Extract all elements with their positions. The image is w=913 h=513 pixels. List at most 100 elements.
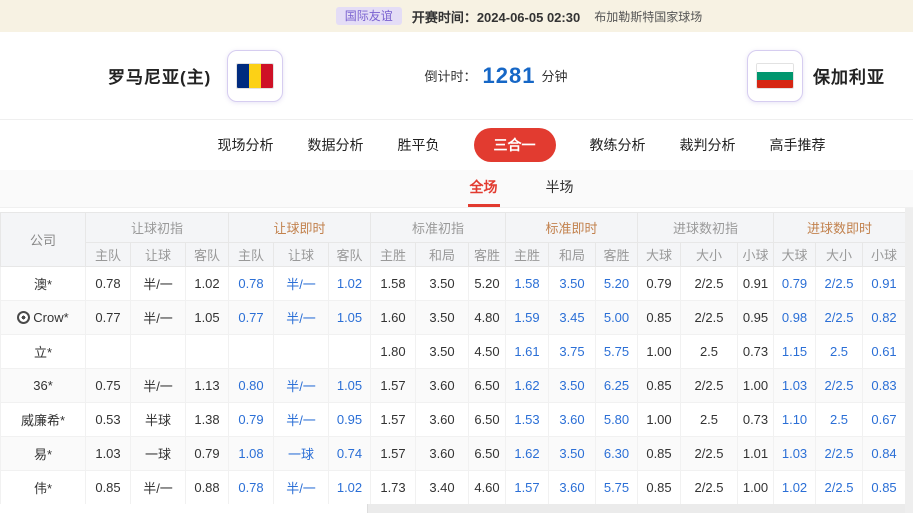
tab-referee-analysis[interactable]: 裁判分析 bbox=[680, 135, 736, 155]
live-odds-cell[interactable]: 0.91 bbox=[863, 267, 906, 301]
live-odds-cell[interactable]: 1.03 bbox=[774, 369, 816, 403]
live-odds-cell[interactable]: 1.05 bbox=[329, 301, 371, 335]
live-odds-cell[interactable]: 1.02 bbox=[774, 471, 816, 505]
initial-odds-cell: 1.13 bbox=[186, 369, 229, 403]
live-odds-cell[interactable]: 1.61 bbox=[506, 335, 549, 369]
live-odds-cell[interactable]: 5.20 bbox=[596, 267, 638, 301]
tab-coach-analysis[interactable]: 教练分析 bbox=[590, 135, 646, 155]
live-odds-cell[interactable]: 0.79 bbox=[774, 267, 816, 301]
initial-odds-cell bbox=[186, 335, 229, 369]
live-odds-cell[interactable]: 1.08 bbox=[229, 437, 274, 471]
live-odds-cell[interactable]: 3.50 bbox=[549, 267, 596, 301]
live-odds-cell[interactable]: 1.62 bbox=[506, 369, 549, 403]
live-odds-cell[interactable]: 0.74 bbox=[329, 437, 371, 471]
initial-odds-cell: 0.85 bbox=[86, 471, 131, 505]
live-odds-cell[interactable]: 0.95 bbox=[329, 403, 371, 437]
initial-odds-cell: 1.57 bbox=[371, 437, 416, 471]
company-cell[interactable]: 澳* bbox=[1, 267, 86, 301]
initial-odds-cell: 1.00 bbox=[738, 369, 774, 403]
live-odds-cell[interactable]: 0.61 bbox=[863, 335, 906, 369]
live-odds-cell[interactable]: 0.67 bbox=[863, 403, 906, 437]
live-odds-cell[interactable]: 0.78 bbox=[229, 471, 274, 505]
column-header: 主胜 bbox=[371, 243, 416, 267]
tab-half-match[interactable]: 半场 bbox=[544, 170, 576, 207]
live-odds-cell[interactable]: 1.58 bbox=[506, 267, 549, 301]
live-odds-cell[interactable]: 1.62 bbox=[506, 437, 549, 471]
live-odds-cell[interactable]: 2/2.5 bbox=[816, 301, 863, 335]
live-odds-cell[interactable]: 1.02 bbox=[329, 471, 371, 505]
live-odds-cell[interactable]: 0.80 bbox=[229, 369, 274, 403]
live-odds-cell[interactable]: 半/一 bbox=[274, 403, 329, 437]
live-odds-cell[interactable]: 0.82 bbox=[863, 301, 906, 335]
live-odds-cell[interactable]: 2.5 bbox=[816, 335, 863, 369]
initial-odds-cell: 0.77 bbox=[86, 301, 131, 335]
live-odds-cell[interactable]: 1.59 bbox=[506, 301, 549, 335]
live-odds-cell[interactable]: 0.83 bbox=[863, 369, 906, 403]
live-odds-cell[interactable]: 5.00 bbox=[596, 301, 638, 335]
live-odds-cell[interactable]: 6.30 bbox=[596, 437, 638, 471]
live-odds-cell[interactable]: 3.45 bbox=[549, 301, 596, 335]
live-odds-cell[interactable]: 5.80 bbox=[596, 403, 638, 437]
company-name: 伟* bbox=[34, 481, 52, 496]
horizontal-scrollbar-thumb[interactable] bbox=[0, 504, 368, 513]
live-odds-cell[interactable]: 0.98 bbox=[774, 301, 816, 335]
company-cell[interactable]: 36* bbox=[1, 369, 86, 403]
live-odds-cell[interactable] bbox=[274, 335, 329, 369]
live-odds-cell[interactable]: 1.03 bbox=[774, 437, 816, 471]
initial-odds-cell: 2/2.5 bbox=[681, 301, 738, 335]
tab-win-draw-lose[interactable]: 胜平负 bbox=[398, 135, 440, 155]
live-odds-cell[interactable]: 6.25 bbox=[596, 369, 638, 403]
live-odds-cell[interactable] bbox=[329, 335, 371, 369]
company-cell[interactable]: 伟* bbox=[1, 471, 86, 505]
live-odds-cell[interactable]: 半/一 bbox=[274, 471, 329, 505]
group-header-handicap-live: 让球即时 bbox=[229, 213, 371, 243]
live-odds-cell[interactable]: 1.10 bbox=[774, 403, 816, 437]
live-odds-cell[interactable]: 0.78 bbox=[229, 267, 274, 301]
live-odds-cell[interactable]: 半/一 bbox=[274, 369, 329, 403]
horizontal-scrollbar[interactable] bbox=[0, 504, 905, 513]
live-odds-cell[interactable]: 0.85 bbox=[863, 471, 906, 505]
live-odds-cell[interactable]: 3.60 bbox=[549, 403, 596, 437]
tab-live-analysis[interactable]: 现场分析 bbox=[218, 135, 274, 155]
live-odds-cell[interactable]: 0.84 bbox=[863, 437, 906, 471]
live-odds-cell[interactable]: 1.57 bbox=[506, 471, 549, 505]
live-odds-cell[interactable]: 3.60 bbox=[549, 471, 596, 505]
live-odds-cell[interactable]: 3.50 bbox=[549, 437, 596, 471]
company-name: 36* bbox=[33, 378, 53, 393]
company-cell[interactable]: 易* bbox=[1, 437, 86, 471]
away-team-flag bbox=[747, 50, 803, 102]
live-odds-cell[interactable]: 半/一 bbox=[274, 267, 329, 301]
live-odds-cell[interactable] bbox=[229, 335, 274, 369]
initial-odds-cell bbox=[131, 335, 186, 369]
live-odds-cell[interactable]: 3.50 bbox=[549, 369, 596, 403]
live-odds-cell[interactable]: 半/一 bbox=[274, 301, 329, 335]
live-odds-cell[interactable]: 0.77 bbox=[229, 301, 274, 335]
tab-three-in-one[interactable]: 三合一 bbox=[474, 128, 556, 162]
live-odds-cell[interactable]: 一球 bbox=[274, 437, 329, 471]
live-odds-cell[interactable]: 2/2.5 bbox=[816, 471, 863, 505]
period-tabs: 全场 半场 bbox=[0, 170, 913, 208]
live-odds-cell[interactable]: 5.75 bbox=[596, 335, 638, 369]
initial-odds-cell: 1.38 bbox=[186, 403, 229, 437]
live-odds-cell[interactable]: 3.75 bbox=[549, 335, 596, 369]
company-cell[interactable]: 威廉希* bbox=[1, 403, 86, 437]
live-odds-cell[interactable]: 2/2.5 bbox=[816, 267, 863, 301]
live-odds-cell[interactable]: 1.15 bbox=[774, 335, 816, 369]
live-odds-cell[interactable]: 1.02 bbox=[329, 267, 371, 301]
live-odds-cell[interactable]: 2.5 bbox=[816, 403, 863, 437]
live-odds-cell[interactable]: 0.79 bbox=[229, 403, 274, 437]
company-cell[interactable]: Crow* bbox=[1, 301, 86, 335]
tab-expert-picks[interactable]: 高手推荐 bbox=[770, 135, 826, 155]
initial-odds-cell: 0.53 bbox=[86, 403, 131, 437]
initial-odds-cell: 0.73 bbox=[738, 403, 774, 437]
live-odds-cell[interactable]: 1.05 bbox=[329, 369, 371, 403]
company-cell[interactable]: 立* bbox=[1, 335, 86, 369]
live-odds-cell[interactable]: 5.75 bbox=[596, 471, 638, 505]
live-odds-cell[interactable]: 1.53 bbox=[506, 403, 549, 437]
kickoff-value: 2024-06-05 02:30 bbox=[477, 10, 580, 25]
tab-data-analysis[interactable]: 数据分析 bbox=[308, 135, 364, 155]
live-odds-cell[interactable]: 2/2.5 bbox=[816, 437, 863, 471]
vertical-scrollbar[interactable] bbox=[905, 208, 913, 513]
live-odds-cell[interactable]: 2/2.5 bbox=[816, 369, 863, 403]
tab-full-match[interactable]: 全场 bbox=[468, 170, 500, 207]
